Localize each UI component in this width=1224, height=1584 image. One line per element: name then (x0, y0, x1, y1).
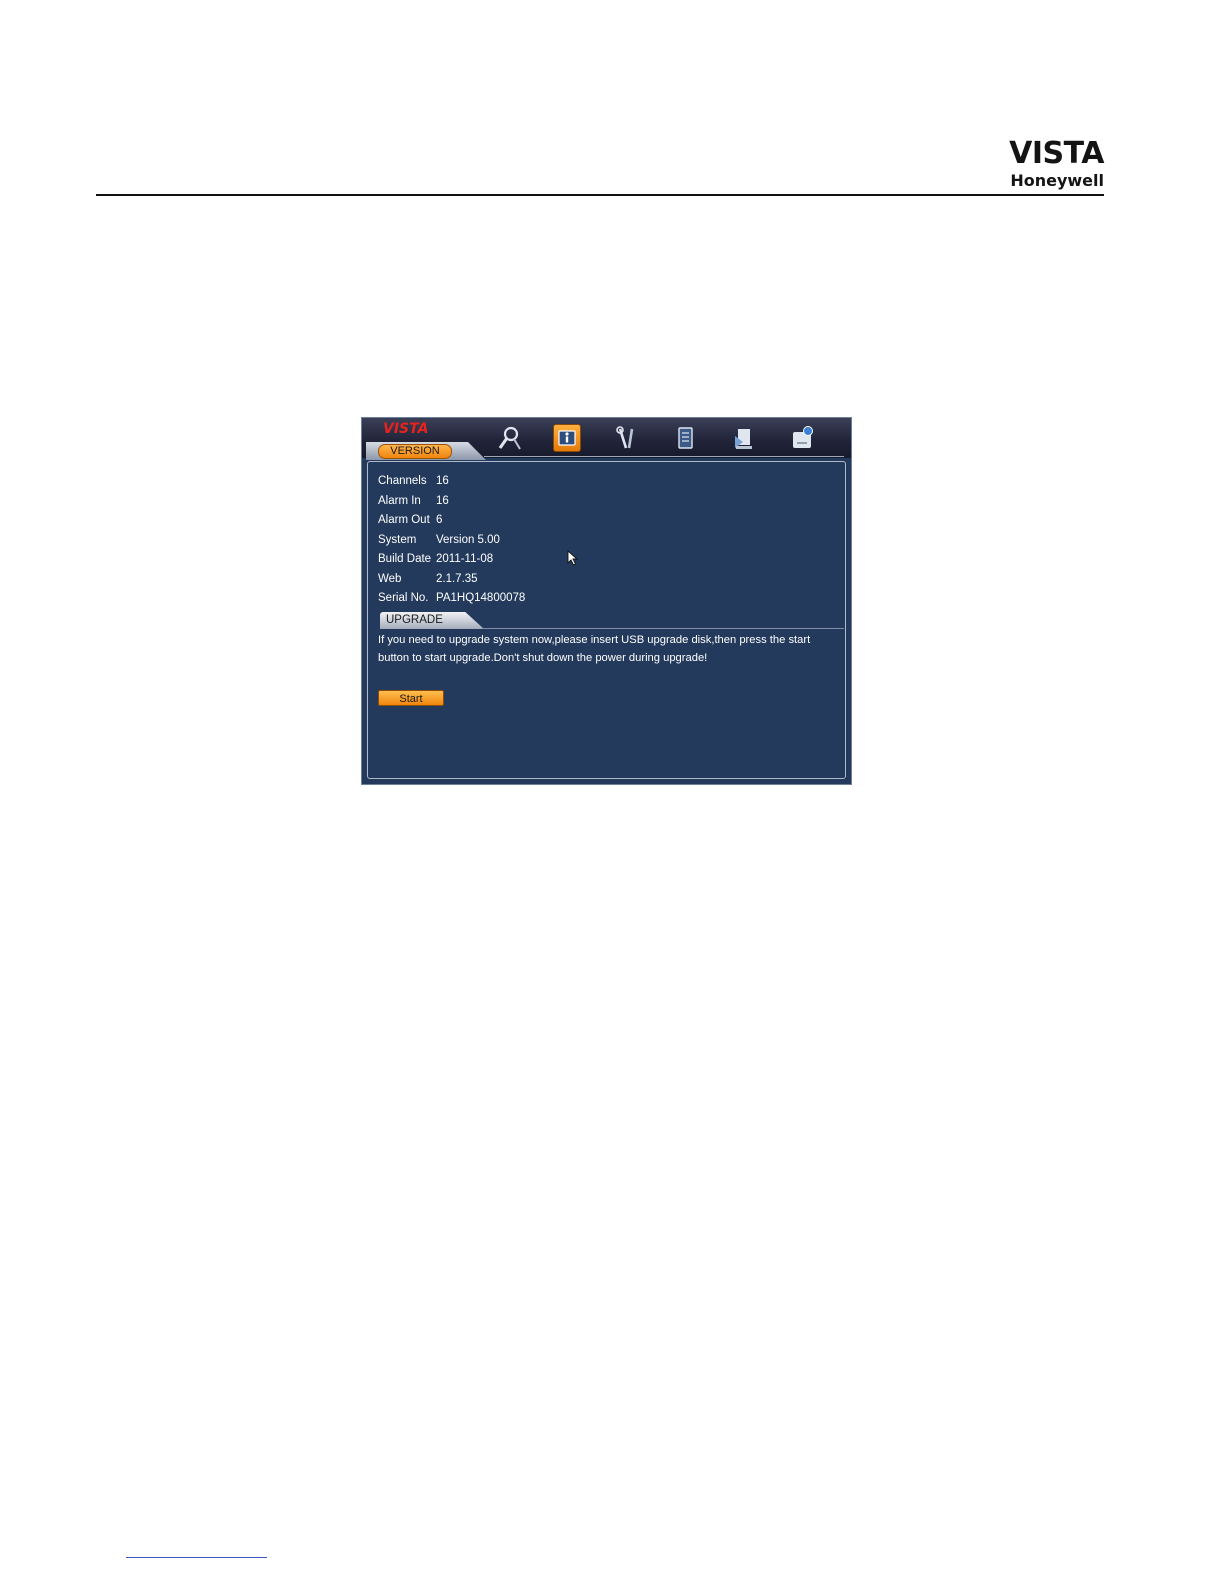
header-divider (96, 194, 1104, 196)
info-label: System (378, 534, 417, 546)
tab-version[interactable]: VERSION (378, 444, 452, 459)
info-row-web: Web 2.1.7.35 (378, 571, 478, 587)
info-row-build-date: Build Date 2011-11-08 (378, 551, 493, 567)
info-row-channels: Channels 16 (378, 473, 449, 489)
info-label: Web (378, 573, 402, 585)
toolbar-separator (484, 456, 844, 457)
info-row-serial: Serial No. PA1HQ14800078 (378, 590, 525, 606)
tools-icon[interactable] (612, 424, 640, 452)
dvr-version-screen: VISTA VERSION Channels 16 Alarm In 16 Al… (361, 417, 852, 785)
logo-honeywell-text: Honeywell (1010, 171, 1104, 190)
info-label: Channels (378, 475, 427, 487)
dvr-logo: VISTA (383, 421, 429, 437)
info-icon[interactable] (553, 424, 581, 452)
upgrade-message: If you need to upgrade system now,please… (378, 634, 811, 664)
search-icon[interactable] (496, 424, 524, 452)
tab-upgrade[interactable]: UPGRADE (386, 612, 443, 629)
info-label: Alarm In (378, 495, 421, 507)
info-row-alarm-in: Alarm In 16 (378, 493, 449, 509)
info-row-system: System Version 5.00 (378, 532, 500, 548)
info-label: Alarm Out (378, 514, 430, 526)
info-value: 2.1.7.35 (436, 573, 478, 585)
backup-icon[interactable] (671, 424, 699, 452)
info-value: 2011-11-08 (436, 553, 494, 565)
upgrade-divider (482, 628, 844, 629)
start-button[interactable]: Start (378, 690, 444, 706)
logo-vista-text: VISTA (1009, 136, 1104, 171)
info-value: 6 (436, 514, 443, 526)
info-label: Serial No. (378, 592, 429, 604)
info-row-alarm-out: Alarm Out 6 (378, 512, 442, 528)
info-value: 16 (436, 495, 449, 507)
info-value: Version 5.00 (436, 534, 500, 546)
shutdown-icon[interactable] (729, 424, 757, 452)
info-value: PA1HQ14800078 (436, 592, 526, 604)
info-value: 16 (436, 475, 449, 487)
honeywell-vista-logo: VISTA Honeywell (1004, 138, 1104, 190)
footer-link-underline (126, 1557, 267, 1558)
info-label: Build Date (378, 553, 432, 565)
mouse-cursor-icon (567, 550, 579, 566)
disk-icon[interactable] (788, 424, 816, 452)
